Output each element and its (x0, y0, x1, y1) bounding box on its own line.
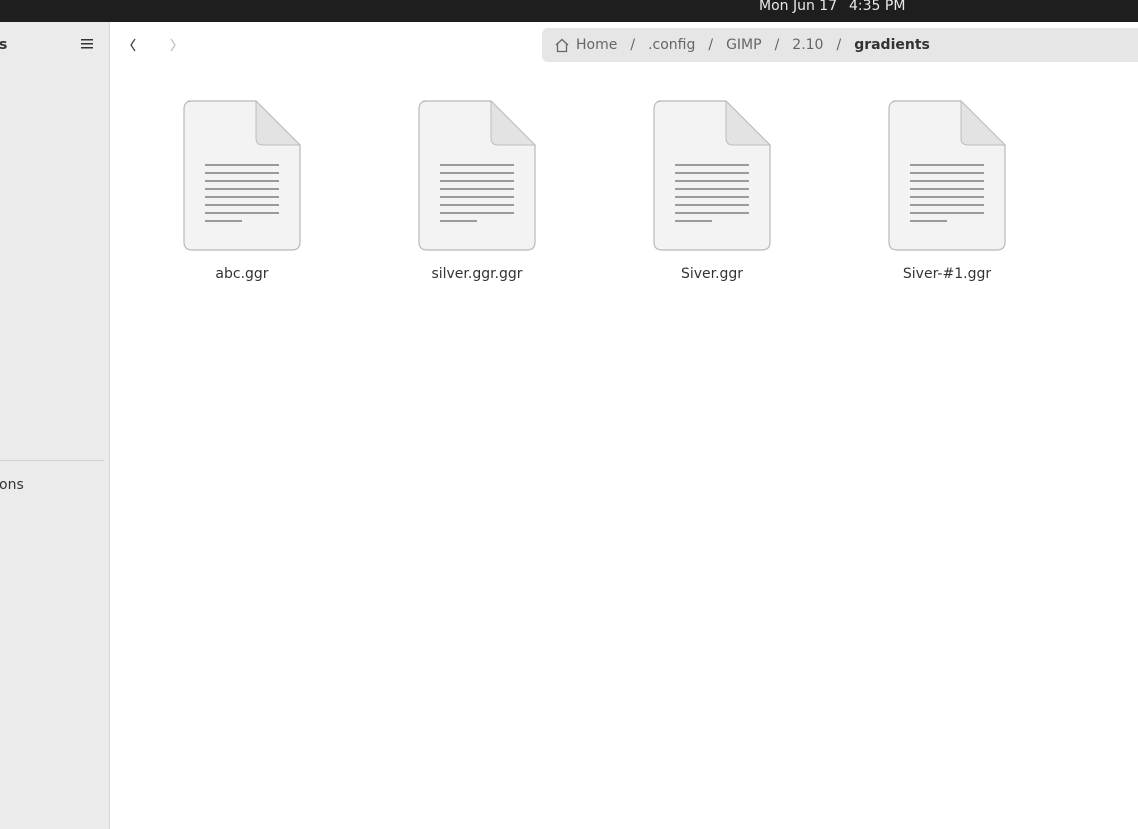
home-icon (554, 38, 570, 53)
breadcrumb-current[interactable]: gradients (854, 37, 930, 53)
breadcrumb-label: gradients (854, 37, 930, 53)
chevron-left-icon (130, 38, 136, 52)
breadcrumb-home[interactable]: Home (554, 37, 617, 53)
file-item[interactable]: Siver.ggr (637, 100, 787, 282)
breadcrumb-separator: / (836, 37, 842, 53)
breadcrumb-version[interactable]: 2.10 (792, 37, 823, 53)
breadcrumb-label: .config (648, 37, 696, 53)
file-item[interactable]: abc.ggr (167, 100, 317, 282)
breadcrumb-gimp[interactable]: GIMP (726, 37, 762, 53)
clock-date[interactable]: Mon Jun 17 (759, 0, 837, 13)
breadcrumb-label: GIMP (726, 37, 762, 53)
breadcrumb-separator: / (774, 37, 780, 53)
back-button[interactable] (120, 32, 146, 58)
text-document-icon (418, 100, 537, 251)
file-name: Siver.ggr (680, 266, 744, 282)
breadcrumb-config[interactable]: .config (648, 37, 695, 53)
path-bar: Home / .config / GIMP / 2.10 / gradients (542, 28, 1138, 62)
breadcrumb-label: 2.10 (792, 37, 824, 53)
text-document-icon (653, 100, 772, 251)
file-item[interactable]: Siver-#1.ggr (872, 100, 1022, 282)
sidebar: s ons (0, 22, 110, 829)
file-item[interactable]: silver.ggr.ggr (402, 100, 552, 282)
clock-time[interactable]: 4:35 PM (849, 0, 905, 13)
file-name: abc.ggr (215, 266, 269, 282)
sidebar-item-other-locations[interactable]: ons (0, 477, 24, 493)
file-name: Siver-#1.ggr (902, 266, 992, 282)
chevron-right-icon (170, 38, 176, 52)
file-name: silver.ggr.ggr (431, 266, 523, 282)
breadcrumb-label: Home (576, 37, 618, 53)
breadcrumb-separator: / (708, 37, 714, 53)
text-document-icon (888, 100, 1007, 251)
sidebar-divider (0, 460, 104, 461)
hamburger-menu-icon[interactable] (77, 34, 97, 54)
top-bar: Mon Jun 17 4:35 PM (0, 0, 1138, 22)
breadcrumb-separator: / (630, 37, 636, 53)
file-grid: abc.ggr silver.ggr.ggr Siver.ggr Siver-#… (110, 62, 1138, 829)
sidebar-title: s (0, 37, 8, 53)
forward-button[interactable] (160, 32, 186, 58)
text-document-icon (183, 100, 302, 251)
